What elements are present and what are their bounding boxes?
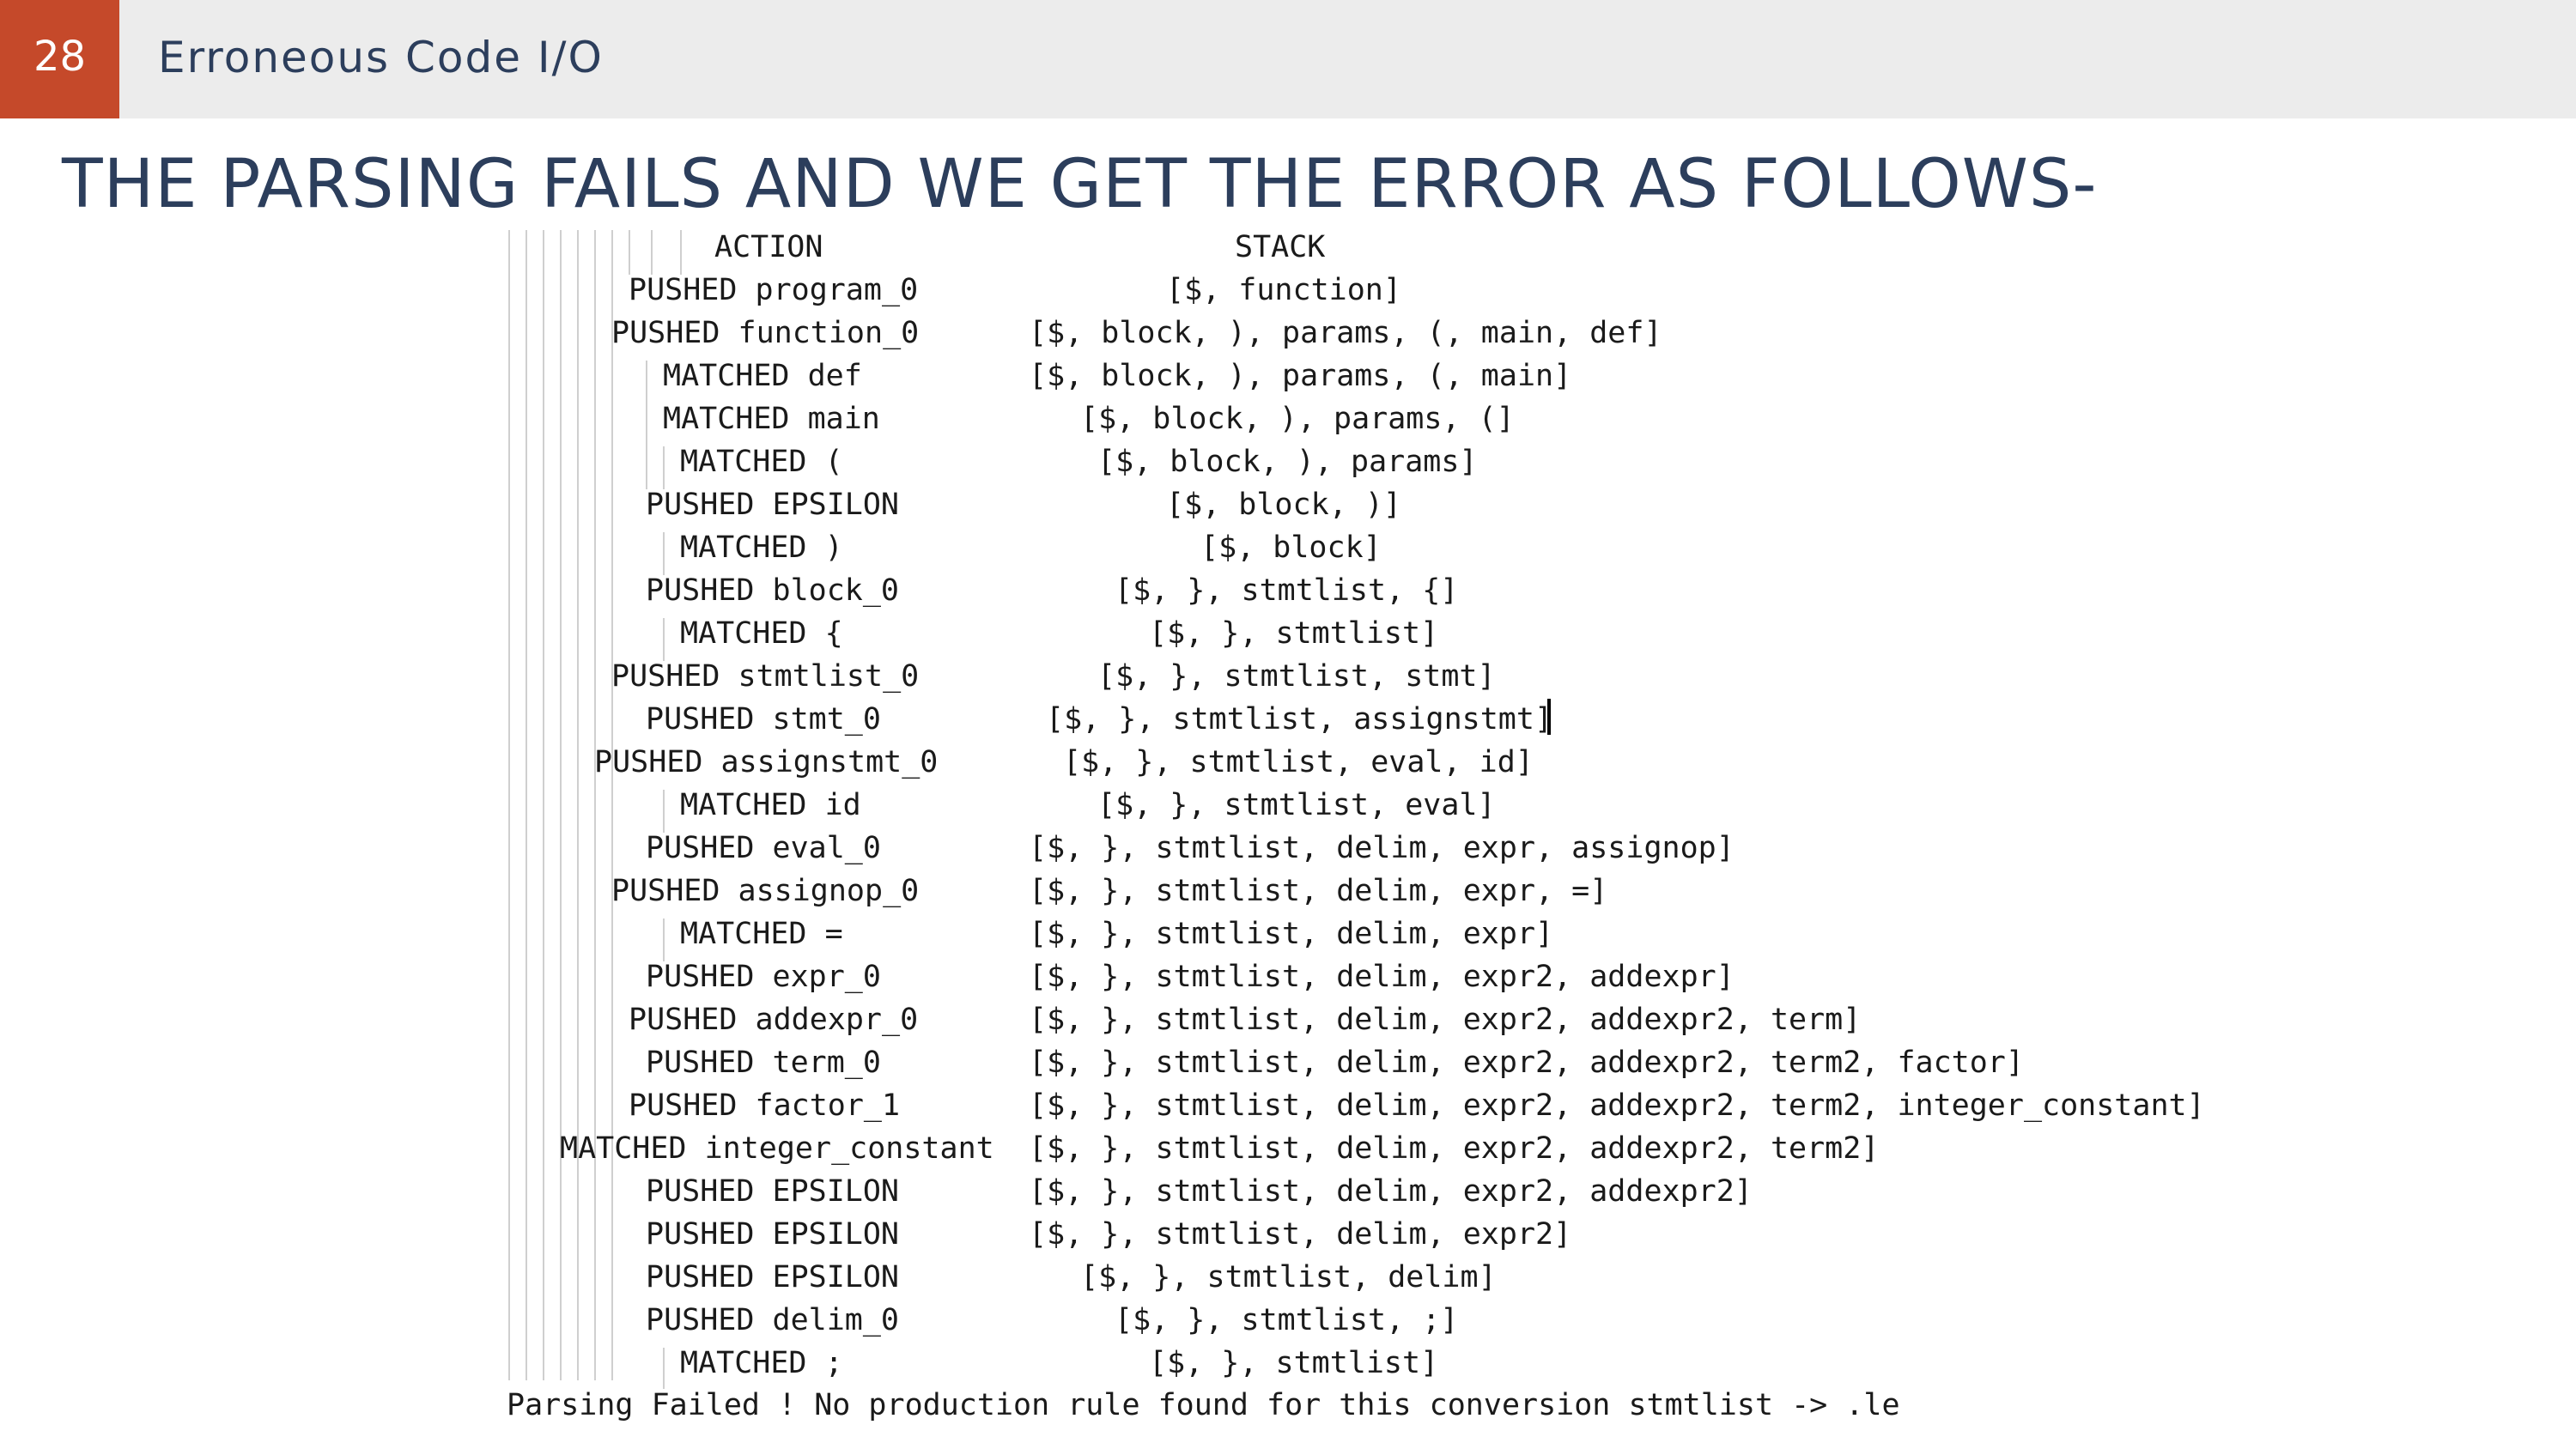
trace-stack: [$, }, stmtlist, delim, expr2, addexpr2,… xyxy=(1029,1088,2205,1123)
trace-action: MATCHED ( xyxy=(680,445,843,479)
trace-action: PUSHED factor_1 xyxy=(629,1088,901,1123)
trace-action: PUSHED expr_0 xyxy=(646,960,881,994)
guide-line xyxy=(646,361,647,489)
trace-action: PUSHED eval_0 xyxy=(646,831,881,865)
trace-stack: [$, }, stmtlist, delim, expr2, addexpr] xyxy=(1029,960,1735,994)
trace-action: PUSHED stmtlist_0 xyxy=(611,659,920,694)
trace-action: PUSHED assignstmt_0 xyxy=(594,745,939,779)
trace-stack: [$, }, stmtlist, delim, expr, assignop] xyxy=(1029,831,1735,865)
trace-action: PUSHED EPSILON xyxy=(646,488,900,522)
trace-action: PUSHED addexpr_0 xyxy=(629,1003,919,1037)
trace-stack: [$, }, stmtlist, delim, expr2, addexpr2,… xyxy=(1029,1046,2024,1080)
trace-stack: [$, }, stmtlist, delim] xyxy=(1080,1260,1497,1294)
parser-trace-screenshot: ACTION STACK PUSHED program_0 [$, functi… xyxy=(0,0,2576,1449)
trace-action: PUSHED EPSILON xyxy=(646,1217,900,1252)
trace-action: MATCHED ; xyxy=(680,1346,843,1380)
column-header-stack: STACK xyxy=(1235,230,1326,264)
trace-stack: [$, }, stmtlist, delim, expr2] xyxy=(1029,1217,1572,1252)
guide-line xyxy=(508,230,510,1380)
trace-stack: [$, }, stmtlist, delim, expr] xyxy=(1029,917,1554,951)
trace-stack: [$, }, stmtlist, stmt] xyxy=(1097,659,1496,694)
trace-stack: [$, }, stmtlist, eval, id] xyxy=(1063,745,1534,779)
guide-line xyxy=(611,230,613,1380)
trace-action: MATCHED { xyxy=(680,616,843,651)
column-header-action: ACTION xyxy=(714,230,823,264)
guide-line xyxy=(526,230,527,1380)
trace-action: PUSHED EPSILON xyxy=(646,1260,900,1294)
guide-line xyxy=(543,230,544,1380)
trace-stack: [$, }, stmtlist, delim, expr2, addexpr2,… xyxy=(1029,1131,1880,1166)
trace-stack: [$, block, ), params] xyxy=(1097,445,1478,479)
guide-line xyxy=(577,230,579,1380)
trace-action: PUSHED block_0 xyxy=(646,573,900,608)
trace-action: MATCHED id xyxy=(680,788,861,822)
trace-stack: [$, }, stmtlist, {] xyxy=(1115,573,1459,608)
trace-stack: [$, }, stmtlist, delim, expr2, addexpr2] xyxy=(1029,1174,1753,1209)
guide-line xyxy=(663,1348,665,1389)
trace-action: MATCHED = xyxy=(680,917,843,951)
trace-stack: [$, }, stmtlist, ;] xyxy=(1115,1303,1459,1337)
guide-line xyxy=(560,230,562,1380)
trace-stack: [$, function] xyxy=(1166,273,1401,307)
trace-stack: [$, block, ), params, (, main] xyxy=(1029,359,1572,393)
trace-action: MATCHED def xyxy=(663,359,862,393)
trace-stack: [$, block, ), params, (, main, def] xyxy=(1029,316,1662,350)
trace-stack: [$, block, ), params, (] xyxy=(1080,402,1515,436)
trace-stack: [$, }, stmtlist, delim, expr2, addexpr2,… xyxy=(1029,1003,1862,1037)
trace-stack: [$, }, stmtlist, eval] xyxy=(1097,788,1496,822)
trace-action: MATCHED integer_constant xyxy=(560,1131,994,1166)
trace-action: PUSHED EPSILON xyxy=(646,1174,900,1209)
trace-action: PUSHED assignop_0 xyxy=(611,874,920,908)
trace-stack: [$, block] xyxy=(1200,530,1382,565)
trace-stack: [$, block, )] xyxy=(1166,488,1401,522)
trace-action: PUSHED stmt_0 xyxy=(646,702,881,737)
trace-action: MATCHED ) xyxy=(680,530,843,565)
trace-action: PUSHED term_0 xyxy=(646,1046,881,1080)
trace-action: PUSHED function_0 xyxy=(611,316,920,350)
trace-stack: [$, }, stmtlist, assignstmt] xyxy=(1046,702,1553,737)
trace-stack: [$, }, stmtlist, delim, expr, =] xyxy=(1029,874,1608,908)
trace-action: PUSHED program_0 xyxy=(629,273,919,307)
error-message: Parsing Failed ! No production rule foun… xyxy=(507,1388,1900,1422)
text-cursor xyxy=(1547,699,1551,735)
trace-action: PUSHED delim_0 xyxy=(646,1303,900,1337)
trace-action: MATCHED main xyxy=(663,402,880,436)
trace-stack: [$, }, stmtlist] xyxy=(1149,1346,1439,1380)
trace-stack: [$, }, stmtlist] xyxy=(1149,616,1439,651)
guide-line xyxy=(594,230,596,1380)
